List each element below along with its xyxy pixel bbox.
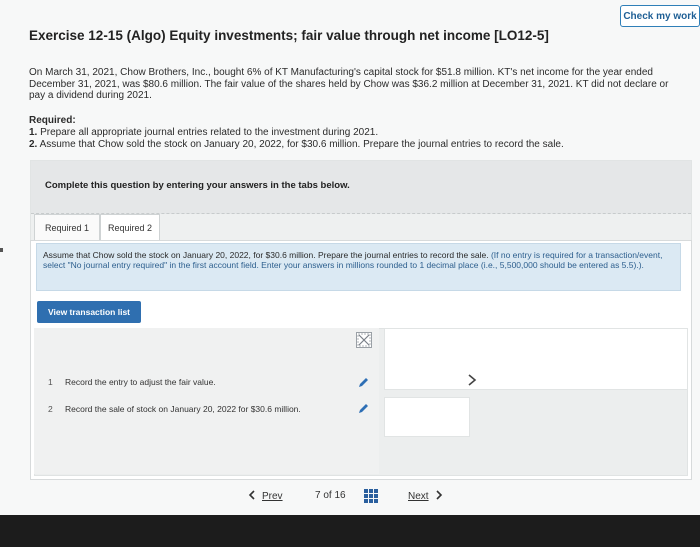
required-item-2-number: 2. xyxy=(29,139,38,150)
entry-description: Record the sale of stock on January 20, … xyxy=(65,404,301,414)
exercise-title: Exercise 12-15 (Algo) Equity investments… xyxy=(29,28,549,43)
tab-required-1[interactable]: Required 1 xyxy=(34,214,100,241)
chevron-right-icon[interactable] xyxy=(466,373,478,387)
required-item-2-text: Assume that Chow sold the stock on Janua… xyxy=(39,139,564,150)
next-button[interactable]: Next xyxy=(408,486,454,506)
required-item-1: 1. Prepare all appropriate journal entri… xyxy=(29,127,683,139)
entry-number: 2 xyxy=(48,404,53,414)
instructions-box: Assume that Chow sold the stock on Janua… xyxy=(36,243,681,291)
required-item-1-number: 1. xyxy=(29,127,38,138)
required-item-1-text: Prepare all appropriate journal entries … xyxy=(40,127,379,138)
edge-marker xyxy=(0,248,3,252)
grid-icon[interactable] xyxy=(364,489,378,503)
tab-required-2[interactable]: Required 2 xyxy=(100,214,160,241)
entry-number: 1 xyxy=(48,377,53,387)
page-indicator: 7 of 16 xyxy=(315,490,346,501)
required-section: Required: 1. Prepare all appropriate jou… xyxy=(29,115,683,151)
panel-heading: Complete this question by entering your … xyxy=(45,180,350,191)
problem-intro: On March 31, 2021, Chow Brothers, Inc., … xyxy=(29,67,669,101)
entry-description: Record the entry to adjust the fair valu… xyxy=(65,377,216,387)
pagination-bar: Prev 7 of 16 Next xyxy=(0,486,700,506)
bottom-bar xyxy=(0,515,700,547)
view-transaction-list-button[interactable]: View transaction list xyxy=(37,301,141,323)
chevron-left-icon xyxy=(248,489,256,503)
journal-entry-list xyxy=(34,328,379,474)
broken-image-icon xyxy=(356,332,372,348)
instructions-main: Assume that Chow sold the stock on Janua… xyxy=(43,250,489,260)
pencil-icon[interactable] xyxy=(357,376,369,388)
journal-entry-item[interactable]: 1 Record the entry to adjust the fair va… xyxy=(38,377,468,393)
panel-heading-bar: Complete this question by entering your … xyxy=(31,161,691,214)
next-label: Next xyxy=(408,490,429,502)
chevron-right-icon xyxy=(435,489,443,503)
pencil-icon[interactable] xyxy=(357,402,369,414)
required-item-2: 2. Assume that Chow sold the stock on Ja… xyxy=(29,139,683,151)
required-heading: Required: xyxy=(29,115,76,126)
instructions-text: Assume that Chow sold the stock on Janua… xyxy=(43,250,674,270)
check-my-work-button[interactable]: Check my work xyxy=(620,5,700,27)
journal-entry-item[interactable]: 2 Record the sale of stock on January 20… xyxy=(38,404,468,430)
prev-label: Prev xyxy=(262,490,283,502)
prev-button[interactable]: Prev xyxy=(248,486,294,506)
